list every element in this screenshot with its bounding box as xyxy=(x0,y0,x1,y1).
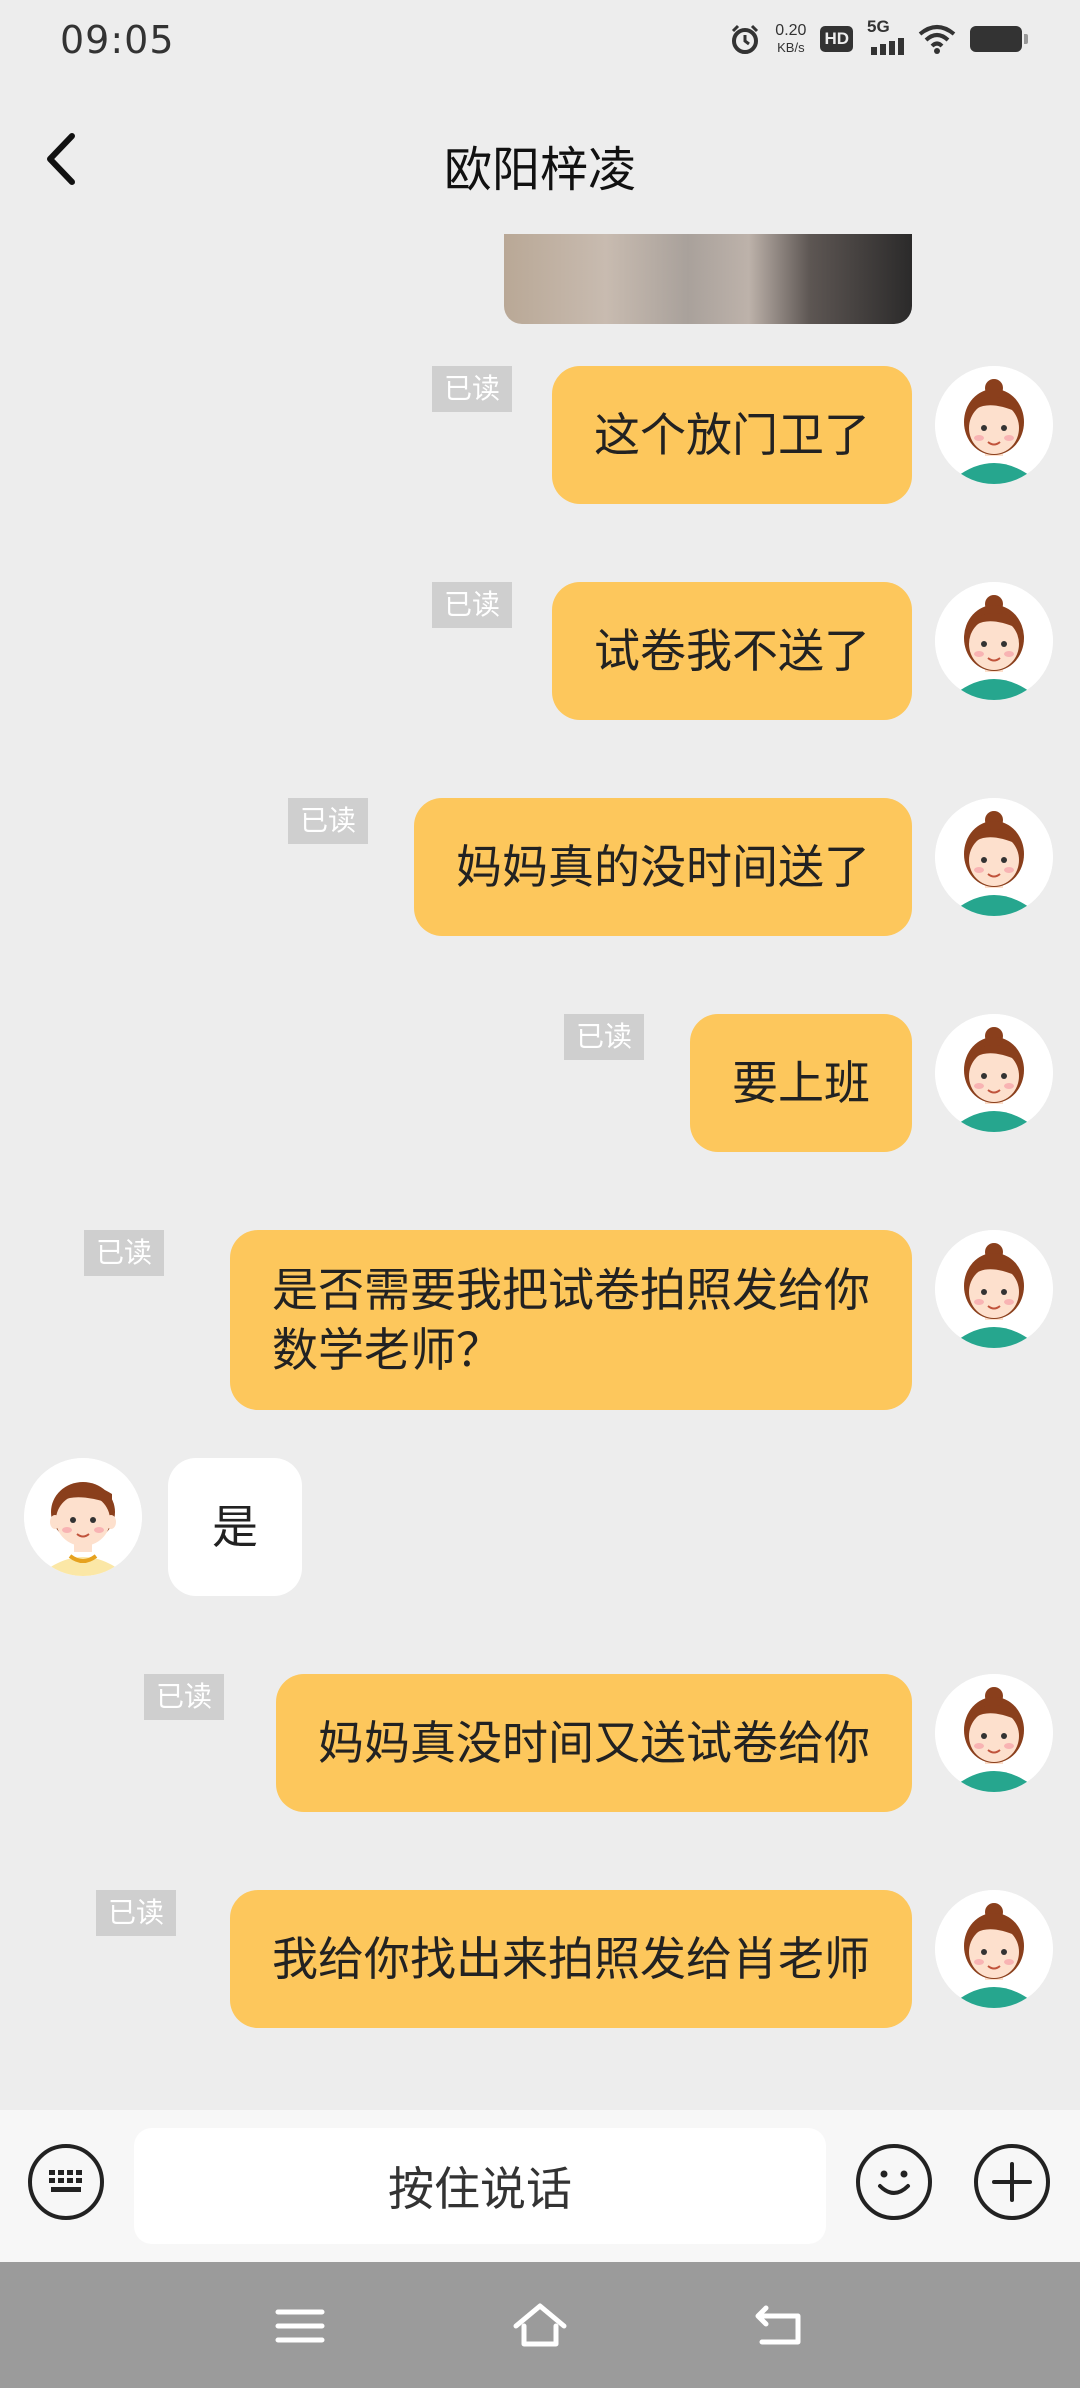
message-row: 已读 这个放门卫了 xyxy=(0,366,1080,510)
system-nav-bar xyxy=(0,2262,1080,2388)
wifi-icon xyxy=(918,25,956,54)
message-row: 已读 要上班 xyxy=(0,1014,1080,1158)
my-avatar[interactable] xyxy=(935,1890,1053,2008)
status-icons: 0.20 KB/s HD 5G xyxy=(729,17,1028,56)
network-label: 5G xyxy=(867,17,890,36)
keyboard-icon xyxy=(49,2170,82,2192)
read-tag: 已读 xyxy=(432,366,513,412)
read-tag: 已读 xyxy=(84,1230,165,1276)
smiley-icon xyxy=(878,2170,910,2195)
mother-avatar-icon xyxy=(935,1890,1053,2008)
read-tag: 已读 xyxy=(288,798,369,844)
message-bubble[interactable]: 试卷我不送了 xyxy=(552,582,912,720)
net-speed-value: 0.20 xyxy=(775,22,807,39)
mother-avatar-icon xyxy=(935,798,1053,916)
message-row: 是 xyxy=(0,1458,1080,1602)
home-icon[interactable] xyxy=(512,2300,568,2352)
boy-avatar-icon xyxy=(24,1458,142,1576)
message-bubble[interactable]: 妈妈真的没时间送了 xyxy=(414,798,912,936)
chat-title: 欧阳梓凌 xyxy=(443,142,636,198)
message-row: 已读 妈妈真的没时间送了 xyxy=(0,798,1080,942)
mother-avatar-icon xyxy=(935,1674,1053,1792)
mother-avatar-icon xyxy=(935,1230,1053,1348)
my-avatar[interactable] xyxy=(935,798,1053,916)
my-avatar[interactable] xyxy=(935,366,1053,484)
message-bubble[interactable]: 要上班 xyxy=(690,1014,912,1152)
message-row: 已读 我给你找出来拍照发给肖老师 xyxy=(0,1890,1080,2034)
hold-to-talk-button[interactable]: 按住说话 xyxy=(134,2128,826,2244)
hd-badge: HD xyxy=(820,26,853,52)
keyboard-toggle-button[interactable] xyxy=(28,2144,104,2220)
chat-header: 欧阳梓凌 xyxy=(0,100,1080,220)
status-bar: 09:05 0.20 KB/s HD 5G xyxy=(0,0,1080,84)
read-tag: 已读 xyxy=(432,582,513,628)
emoji-button[interactable] xyxy=(856,2144,932,2220)
message-text-line: 数学老师？ xyxy=(272,1323,502,1377)
read-tag: 已读 xyxy=(96,1890,177,1936)
back-nav-icon[interactable] xyxy=(752,2300,808,2352)
mother-avatar-icon xyxy=(935,1014,1053,1132)
message-bubble[interactable]: 妈妈真没时间又送试卷给你 xyxy=(276,1674,912,1812)
my-avatar[interactable] xyxy=(935,1014,1053,1132)
message-bubble[interactable]: 是 xyxy=(168,1458,302,1596)
net-speed: 0.20 KB/s xyxy=(775,22,806,56)
net-speed-unit: KB/s xyxy=(777,40,805,55)
my-avatar[interactable] xyxy=(935,582,1053,700)
alarm-icon xyxy=(732,24,759,54)
plus-icon xyxy=(992,2162,1032,2202)
more-button[interactable] xyxy=(974,2144,1050,2220)
mother-avatar-icon xyxy=(935,582,1053,700)
message-bubble[interactable]: 这个放门卫了 xyxy=(552,366,912,504)
message-row: 已读 妈妈真没时间又送试卷给你 xyxy=(0,1674,1080,1818)
contact-avatar[interactable] xyxy=(24,1458,142,1576)
battery-icon xyxy=(970,26,1028,52)
menu-icon[interactable] xyxy=(272,2300,328,2352)
message-bubble[interactable]: 我给你找出来拍照发给肖老师 xyxy=(230,1890,912,2028)
mother-avatar-icon xyxy=(935,366,1053,484)
message-row: 已读 试卷我不送了 xyxy=(0,582,1080,726)
input-bar: 按住说话 xyxy=(0,2110,1080,2262)
message-text-line: 是否需要我把试卷拍照发给你 xyxy=(272,1263,870,1317)
message-row: 已读 是否需要我把试卷拍照发给你 数学老师？ xyxy=(0,1230,1080,1416)
signal-5g-icon: 5G xyxy=(867,17,904,55)
read-tag: 已读 xyxy=(144,1674,225,1720)
read-tag: 已读 xyxy=(564,1014,645,1060)
message-bubble[interactable]: 是否需要我把试卷拍照发给你 数学老师？ xyxy=(230,1230,912,1410)
photo-message[interactable] xyxy=(504,234,912,324)
my-avatar[interactable] xyxy=(935,1230,1053,1348)
my-avatar[interactable] xyxy=(935,1674,1053,1792)
status-time: 09:05 xyxy=(60,18,175,62)
